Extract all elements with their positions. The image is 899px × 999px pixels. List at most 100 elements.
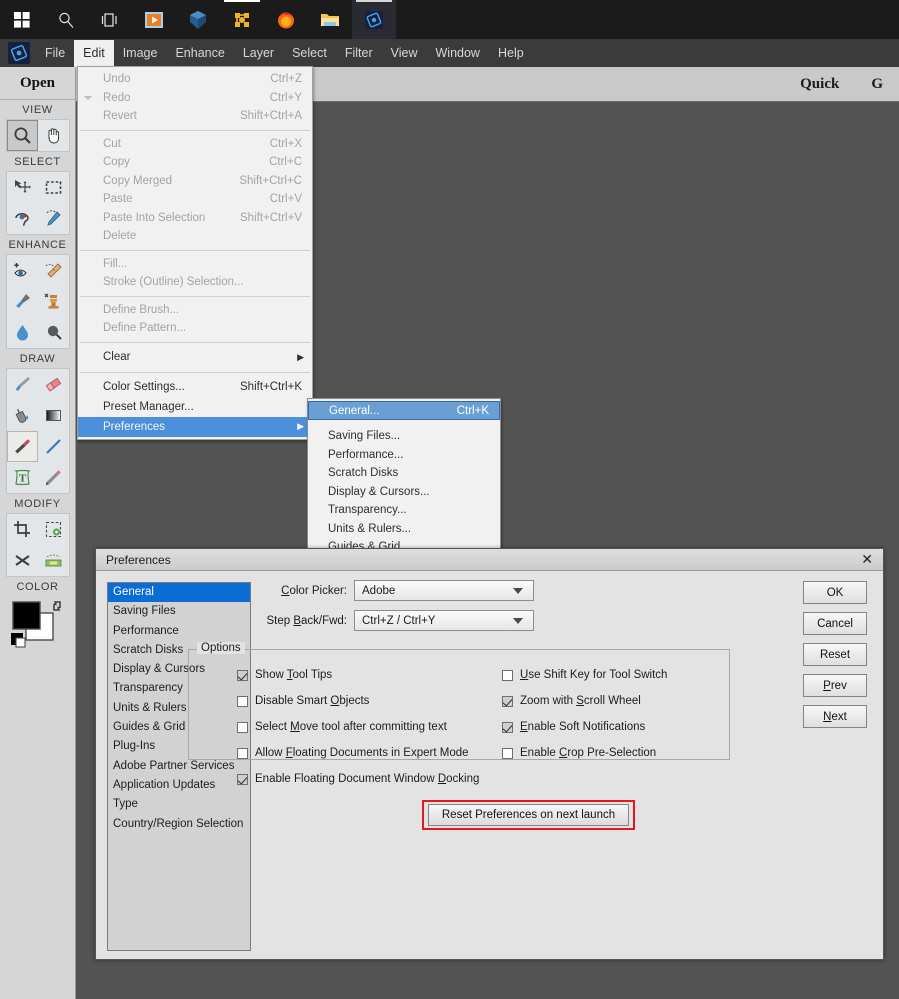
open-button[interactable]: Open	[0, 67, 75, 100]
recompose-tool[interactable]	[7, 545, 38, 576]
smart-brush-tool[interactable]	[7, 286, 38, 317]
checkbox-enable-crop-preselection[interactable]	[502, 747, 513, 759]
menu-item-paste-into-selection[interactable]: Paste Into Selection Shift+Ctrl+V	[78, 209, 312, 228]
checkbox-use-shift-key[interactable]	[502, 669, 513, 681]
gradient-tool[interactable]	[38, 400, 69, 431]
file-explorer-button[interactable]	[308, 0, 352, 39]
preferences-category-list[interactable]: General Saving Files Performance Scratch…	[107, 582, 251, 951]
menu-window[interactable]: Window	[427, 40, 489, 67]
menu-filter[interactable]: Filter	[336, 40, 382, 67]
sponge-tool[interactable]	[38, 317, 69, 348]
menu-select[interactable]: Select	[283, 40, 336, 67]
menu-item-delete[interactable]: Delete	[78, 227, 312, 246]
search-button[interactable]	[44, 0, 88, 39]
menu-item-preferences[interactable]: Preferences ▶	[78, 416, 312, 437]
paint-bucket-tool[interactable]	[7, 400, 38, 431]
start-button[interactable]	[0, 0, 44, 39]
red-eye-removal-tool[interactable]	[7, 255, 38, 286]
task-view-button[interactable]	[88, 0, 132, 39]
media-player-button[interactable]	[132, 0, 176, 39]
checkbox-select-move-tool[interactable]	[237, 721, 248, 733]
category-saving-files[interactable]: Saving Files	[108, 602, 250, 621]
checkbox-row-zoom-scroll-wheel[interactable]: Zoom with Scroll Wheel	[502, 688, 667, 714]
photoshop-elements-button[interactable]	[352, 0, 396, 39]
submenu-item-display-cursors[interactable]: Display & Cursors...	[308, 483, 500, 502]
spot-healing-brush-tool[interactable]	[38, 255, 69, 286]
move-tool[interactable]	[7, 172, 38, 203]
submenu-item-saving-files[interactable]: Saving Files...	[308, 427, 500, 446]
category-application-updates[interactable]: Application Updates	[108, 776, 250, 795]
zoom-tool[interactable]	[7, 120, 38, 151]
checkbox-row-show-tool-tips[interactable]: Show Tool Tips	[237, 662, 479, 688]
tab-guided[interactable]: G	[855, 76, 899, 93]
cancel-button[interactable]: Cancel	[803, 612, 867, 635]
clone-stamp-tool[interactable]	[38, 286, 69, 317]
prev-button[interactable]: Prev	[803, 674, 867, 697]
menu-file[interactable]: File	[36, 40, 74, 67]
close-icon[interactable]: ✕	[857, 553, 877, 567]
checkbox-row-enable-soft-notifications[interactable]: Enable Soft Notifications	[502, 714, 667, 740]
menu-item-preset-manager[interactable]: Preset Manager...	[78, 397, 312, 417]
eraser-tool[interactable]	[38, 369, 69, 400]
next-button[interactable]: Next	[803, 705, 867, 728]
menu-item-revert[interactable]: Revert Shift+Ctrl+A	[78, 107, 312, 126]
checkbox-disable-smart-objects[interactable]	[237, 695, 248, 707]
submenu-item-scratch-disks[interactable]: Scratch Disks	[308, 464, 500, 483]
checkbox-row-select-move-tool[interactable]: Select Move tool after committing text	[237, 714, 479, 740]
workflow-app-button[interactable]	[220, 0, 264, 39]
tab-quick[interactable]: Quick	[784, 76, 855, 93]
crop-tool[interactable]	[7, 514, 38, 545]
color-picker-dropdown[interactable]: Adobe	[354, 580, 534, 601]
step-back-fwd-dropdown[interactable]: Ctrl+Z / Ctrl+Y	[354, 610, 534, 631]
blur-tool[interactable]	[7, 317, 38, 348]
category-general[interactable]: General	[108, 583, 250, 603]
category-performance[interactable]: Performance	[108, 622, 250, 641]
content-aware-move-tool[interactable]	[38, 545, 69, 576]
submenu-item-general[interactable]: General... Ctrl+K	[308, 401, 500, 420]
menu-item-define-brush[interactable]: Define Brush...	[78, 301, 312, 320]
category-type[interactable]: Type	[108, 795, 250, 814]
menu-item-cut[interactable]: Cut Ctrl+X	[78, 135, 312, 154]
virtualbox-button[interactable]	[176, 0, 220, 39]
checkbox-row-disable-smart-objects[interactable]: Disable Smart Objects	[237, 688, 479, 714]
menu-layer[interactable]: Layer	[234, 40, 283, 67]
menu-item-fill[interactable]: Fill...	[78, 255, 312, 274]
checkbox-row-enable-crop-preselection[interactable]: Enable Crop Pre-Selection	[502, 740, 667, 766]
menu-item-define-pattern[interactable]: Define Pattern...	[78, 319, 312, 338]
transform-tool[interactable]	[38, 514, 69, 545]
lasso-tool[interactable]	[7, 203, 38, 234]
ok-button[interactable]: OK	[803, 581, 867, 604]
submenu-item-transparency[interactable]: Transparency...	[308, 501, 500, 520]
quick-selection-tool[interactable]	[38, 203, 69, 234]
submenu-item-performance[interactable]: Performance...	[308, 446, 500, 465]
menu-image[interactable]: Image	[114, 40, 167, 67]
dialog-title-bar[interactable]: Preferences ✕	[96, 549, 883, 571]
checkbox-row-allow-floating-documents[interactable]: Allow Floating Documents in Expert Mode	[237, 740, 479, 766]
reset-preferences-on-next-launch-button[interactable]: Reset Preferences on next launch	[428, 804, 629, 826]
straight-line-tool[interactable]	[38, 431, 69, 462]
checkbox-row-use-shift-key[interactable]: Use Shift Key for Tool Switch	[502, 662, 667, 688]
menu-item-redo[interactable]: Redo Ctrl+Y	[78, 89, 312, 108]
menu-item-clear[interactable]: Clear ▶	[78, 347, 312, 368]
firefox-button[interactable]	[264, 0, 308, 39]
menu-view[interactable]: View	[382, 40, 427, 67]
checkbox-enable-soft-notifications[interactable]	[502, 721, 513, 733]
menu-item-copy-merged[interactable]: Copy Merged Shift+Ctrl+C	[78, 172, 312, 191]
checkbox-show-tool-tips[interactable]	[237, 669, 248, 681]
checkbox-row-enable-floating-docking[interactable]: Enable Floating Document Window Docking	[237, 766, 479, 792]
menu-item-paste[interactable]: Paste Ctrl+V	[78, 190, 312, 209]
menu-item-stroke-outline-selection[interactable]: Stroke (Outline) Selection...	[78, 273, 312, 292]
menu-help[interactable]: Help	[489, 40, 533, 67]
checkbox-allow-floating-documents[interactable]	[237, 747, 248, 759]
hand-tool[interactable]	[38, 120, 69, 151]
menu-edit[interactable]: Edit	[74, 39, 114, 67]
pencil-tool[interactable]	[38, 462, 69, 493]
menu-item-copy[interactable]: Copy Ctrl+C	[78, 153, 312, 172]
menu-item-color-settings[interactable]: Color Settings... Shift+Ctrl+K	[78, 377, 312, 397]
menu-enhance[interactable]: Enhance	[166, 40, 233, 67]
rectangular-marquee-tool[interactable]	[38, 172, 69, 203]
color-picker-tool[interactable]	[7, 431, 38, 462]
reset-button[interactable]: Reset	[803, 643, 867, 666]
type-tool[interactable]: T	[7, 462, 38, 493]
brush-tool[interactable]	[7, 369, 38, 400]
